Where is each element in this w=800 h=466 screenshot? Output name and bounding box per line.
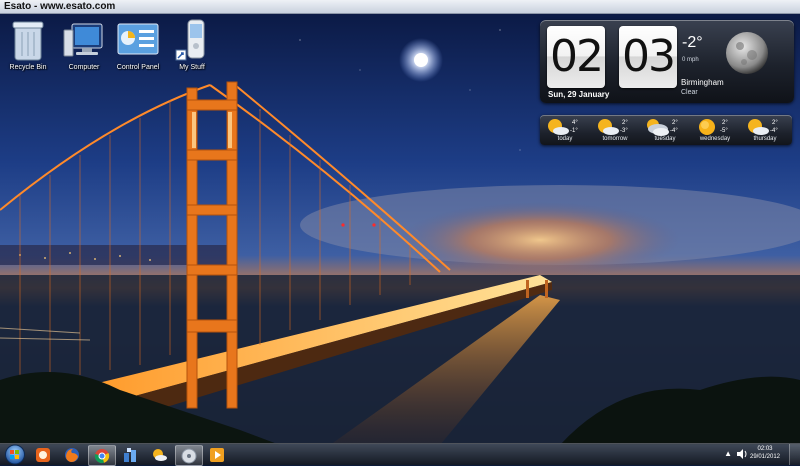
moon-icon	[726, 32, 768, 74]
show-desktop-button[interactable]	[789, 444, 800, 465]
media-disc-icon	[181, 448, 197, 463]
site-banner: Esato - www.esato.com	[0, 0, 800, 14]
forecast-day: 4° -1° today	[540, 115, 590, 145]
forecast-day: 2° -4° thursday	[740, 115, 790, 145]
taskbar-app-orange[interactable]	[30, 445, 56, 464]
clock-minute: 03	[619, 26, 677, 88]
partly-sunny-icon	[598, 119, 619, 135]
chrome-icon	[94, 448, 110, 463]
taskbar-media-player[interactable]	[204, 445, 230, 464]
forecast-day: 2° -5° wednesday	[690, 115, 740, 145]
sunny-icon	[699, 119, 715, 135]
taskbar-firefox[interactable]	[59, 445, 85, 464]
cloudy-icon	[647, 119, 669, 136]
forecast-high: 2°	[722, 120, 728, 126]
desktop-icon-label: Recycle Bin	[9, 64, 47, 71]
tray-clock-date[interactable]: 29/01/2012	[746, 454, 784, 460]
partly-sunny-icon	[748, 119, 769, 135]
forecast-low: -1°	[570, 128, 578, 134]
computer-icon	[63, 23, 103, 57]
desktop-icon-label: My Stuff	[179, 64, 205, 71]
current-temperature: -2°	[682, 34, 703, 51]
forecast-day-name: wednesday	[699, 136, 731, 142]
forecast-day: 2° -4° tuesday	[640, 115, 690, 145]
forecast-low: -4°	[670, 128, 678, 134]
desktop-icon-label: Control Panel	[116, 64, 160, 71]
forecast-day-name: tomorrow	[602, 136, 628, 142]
partly-sunny-icon	[548, 119, 569, 135]
clock-weather-gadget[interactable]: 02 03 Sun, 29 January -2° 0 mph Birmingh…	[540, 20, 794, 103]
clock-hour: 02	[547, 26, 605, 88]
forecast-day-name: today	[557, 136, 573, 142]
desktop-icon-control-panel[interactable]: Control Panel	[110, 18, 166, 71]
media-player-icon	[210, 447, 224, 462]
desktop-icon-my-stuff[interactable]: My Stuff	[164, 18, 220, 71]
weather-city: Birmingham	[681, 78, 724, 87]
banner-text: Esato - www.esato.com	[4, 1, 116, 12]
taskbar-media-disc[interactable]	[175, 445, 203, 466]
taskbar-network-tool[interactable]	[117, 445, 143, 464]
app-orange-icon	[36, 447, 50, 462]
forecast-high: 2°	[672, 120, 678, 126]
forecast-low: -5°	[720, 128, 728, 134]
forecast-high: 2°	[772, 120, 778, 126]
forecast-day: 2° -3° tomorrow	[590, 115, 640, 145]
show-hidden-icons-icon[interactable]: ▲	[724, 449, 732, 458]
weather-app-icon	[153, 448, 167, 461]
desktop-icon-label: Computer	[68, 64, 100, 71]
phone-shortcut-icon	[175, 19, 205, 61]
control-panel-icon	[117, 23, 159, 55]
desktop-icon-recycle-bin[interactable]: Recycle Bin	[0, 18, 56, 71]
taskbar-chrome[interactable]	[88, 445, 116, 466]
clock-date: Sun, 29 January	[548, 90, 610, 99]
firefox-icon	[65, 447, 79, 462]
system-tray: ▲ 02:03 29/01/2012	[700, 444, 800, 465]
weather-condition: Clear	[681, 89, 698, 96]
forecast-day-name: thursday	[753, 136, 777, 142]
forecast-day-name: tuesday	[654, 136, 676, 142]
forecast-high: 2°	[622, 120, 628, 126]
forecast-high: 4°	[572, 120, 578, 126]
forecast-low: -4°	[770, 128, 778, 134]
tray-clock-time[interactable]: 02:03	[750, 446, 780, 452]
start-button[interactable]	[2, 444, 28, 465]
weather-forecast-strip[interactable]: 4° -1° today 2° -3° tomorrow 2° -4° tues…	[540, 115, 792, 145]
taskbar: ▲ 02:03 29/01/2012	[0, 443, 800, 466]
taskbar-weather-app[interactable]	[146, 445, 172, 464]
wind-speed: 0 mph	[682, 57, 699, 63]
network-tool-icon	[124, 447, 136, 462]
forecast-low: -3°	[620, 128, 628, 134]
recycle-bin-icon	[12, 21, 44, 61]
desktop-icon-computer[interactable]: Computer	[56, 18, 112, 71]
